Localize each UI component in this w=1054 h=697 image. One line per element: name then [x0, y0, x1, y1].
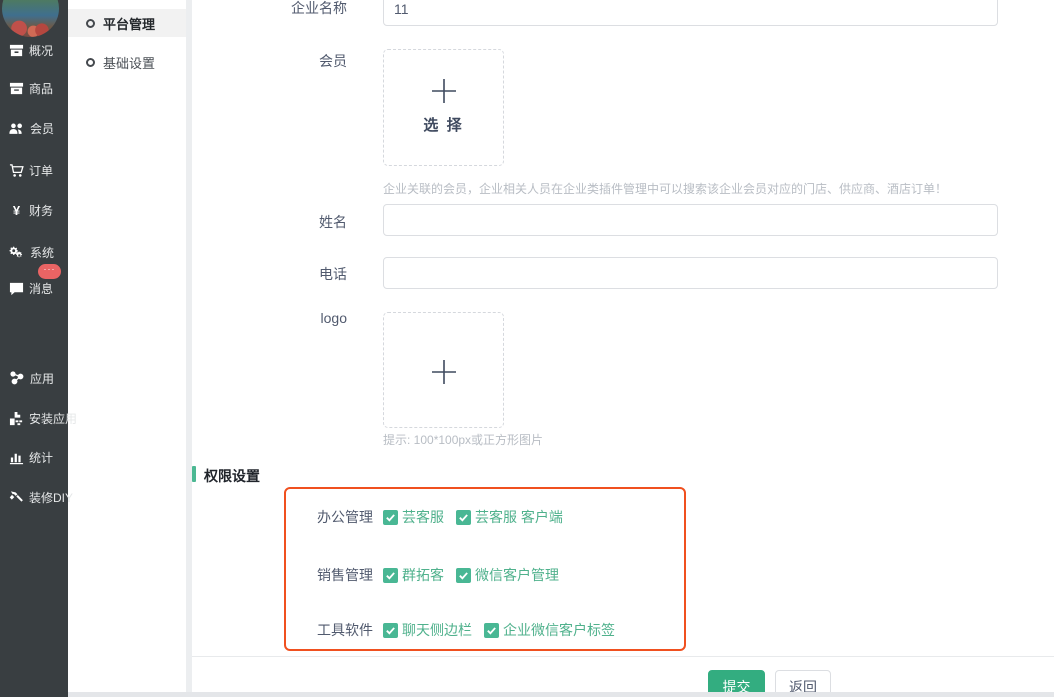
- sidebar-item-label: 安装应用: [29, 410, 77, 427]
- footer-divider: [192, 656, 1054, 657]
- member-hint: 企业关联的会员，企业相关人员在企业类插件管理中可以搜索该企业会员对应的门店、供应…: [383, 180, 947, 197]
- app-window: 企业名称 会员 选 择 企业关联的会员，企业相关人员在企业类插件管理中可以搜索该…: [0, 0, 1054, 697]
- permissions-section-title: 权限设置: [204, 466, 260, 486]
- phone-label: 电话: [257, 264, 347, 284]
- sidebar-item-label: 会员: [30, 120, 54, 137]
- sidebar-item-messages[interactable]: 消息: [0, 278, 68, 298]
- company-name-input[interactable]: [383, 0, 998, 26]
- decorate-diy-icon: [9, 490, 24, 505]
- install-apps-icon: [9, 411, 24, 426]
- member-label: 会员: [257, 51, 347, 71]
- system-icon: [9, 245, 25, 260]
- sidebar-item-label: 商品: [29, 80, 53, 97]
- submenu-item-basic-settings[interactable]: 基础设置: [68, 48, 188, 76]
- sidebar-item-install-apps[interactable]: 安装应用: [0, 408, 68, 428]
- sidebar-item-orders[interactable]: 订单: [0, 160, 68, 180]
- panel-gutter: [186, 0, 192, 692]
- sidebar-item-label: 消息: [29, 280, 53, 297]
- primary-sidebar: 概况 商品 会员 订单 ¥: [0, 0, 68, 697]
- submenu-item-label: 平台管理: [103, 14, 155, 33]
- apps-icon: [9, 370, 25, 386]
- sidebar-item-label: 统计: [29, 449, 53, 466]
- radio-icon: [86, 58, 95, 67]
- sidebar-item-statistics[interactable]: 统计: [0, 447, 68, 467]
- phone-input[interactable]: [383, 257, 998, 289]
- sidebar-item-label: 订单: [29, 162, 53, 179]
- sidebar-item-system[interactable]: 系统: [0, 242, 68, 262]
- goods-icon: [9, 81, 24, 96]
- user-avatar[interactable]: [2, 0, 59, 37]
- member-select-text: 选 择: [384, 114, 503, 135]
- plus-icon: [429, 76, 459, 106]
- sidebar-item-label: 概况: [29, 42, 53, 59]
- secondary-sidebar: 平台管理 基础设置: [68, 0, 188, 692]
- name-input[interactable]: [383, 204, 998, 236]
- annotation-highlight-box: [284, 487, 686, 651]
- sidebar-item-members[interactable]: 会员: [0, 118, 68, 138]
- logo-label: logo: [257, 310, 347, 326]
- sidebar-item-decorate-diy[interactable]: 装修DIY: [0, 487, 68, 507]
- sidebar-item-goods[interactable]: 商品: [0, 78, 68, 98]
- message-icon: [9, 281, 24, 296]
- stats-icon: [9, 450, 24, 465]
- sidebar-item-label: 财务: [29, 202, 53, 219]
- orders-icon: [9, 163, 24, 178]
- sidebar-item-label: 装修DIY: [29, 489, 73, 506]
- logo-hint: 提示: 100*100px或正方形图片: [383, 431, 543, 448]
- member-select-box[interactable]: 选 择: [383, 49, 504, 166]
- submenu-item-platform-management[interactable]: 平台管理: [68, 9, 188, 37]
- submenu-item-label: 基础设置: [103, 53, 155, 72]
- plus-icon: [429, 357, 459, 387]
- page-bottom-strip: [68, 692, 1054, 697]
- name-label: 姓名: [257, 212, 347, 232]
- radio-icon: [86, 19, 95, 28]
- sidebar-item-overview[interactable]: 概况: [0, 40, 68, 60]
- sidebar-item-label: 系统: [30, 244, 54, 261]
- message-badge: ···: [38, 264, 61, 279]
- logo-upload-box[interactable]: [383, 312, 504, 428]
- sidebar-item-apps[interactable]: 应用: [0, 368, 68, 388]
- overview-icon: [9, 43, 24, 58]
- members-icon: [9, 121, 25, 136]
- company-name-label: 企业名称: [257, 0, 347, 18]
- finance-icon: ¥: [9, 203, 24, 218]
- sidebar-item-label: 应用: [30, 370, 54, 387]
- main-content: 企业名称 会员 选 择 企业关联的会员，企业相关人员在企业类插件管理中可以搜索该…: [192, 0, 1054, 692]
- section-accent-bar: [192, 466, 196, 482]
- sidebar-item-finance[interactable]: ¥ 财务: [0, 200, 68, 220]
